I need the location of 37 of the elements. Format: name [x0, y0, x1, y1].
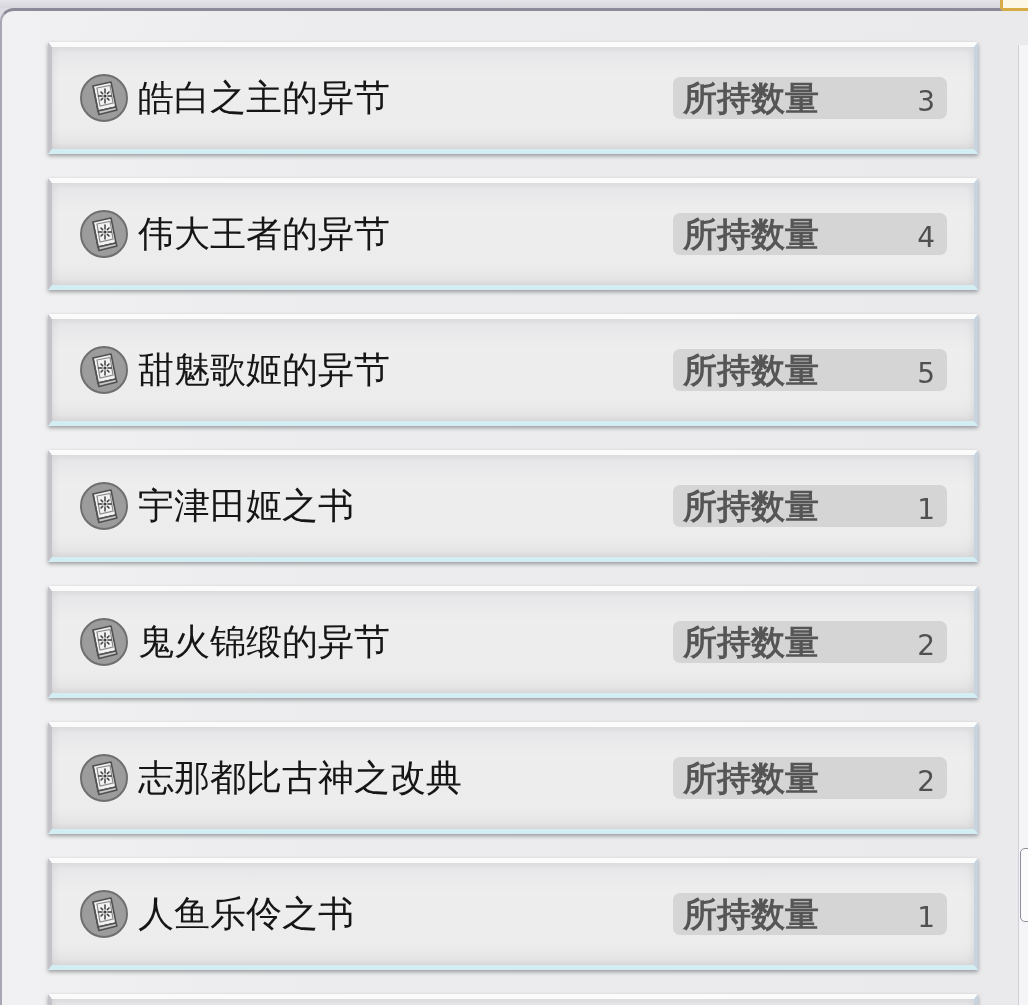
- quantity-count: 1: [917, 493, 935, 527]
- item-name: 宇津田姬之书: [138, 484, 354, 528]
- item-card[interactable]: 甜魅歌姬的异节 所持数量 5: [48, 314, 978, 426]
- quantity-count: 4: [917, 221, 935, 255]
- quantity-label: 所持数量: [683, 485, 819, 527]
- item-card[interactable]: 宇津田姬之书 所持数量 1: [48, 450, 978, 562]
- item-name: 伟大王者的异节: [138, 212, 390, 256]
- quantity-count: 2: [917, 765, 935, 799]
- book-icon: [80, 74, 128, 122]
- quantity-label: 所持数量: [683, 349, 819, 391]
- book-icon: [80, 754, 128, 802]
- item-name: 甜魅歌姬的异节: [138, 348, 390, 392]
- quantity-count: 5: [917, 357, 935, 391]
- item-name: 志那都比古神之改典: [138, 756, 462, 800]
- item-name: 人鱼乐伶之书: [138, 892, 354, 936]
- quantity-label: 所持数量: [683, 621, 819, 663]
- item-name: 皓白之主的异节: [138, 76, 390, 120]
- item-card[interactable]: 志那都比古神之改典 所持数量 2: [48, 722, 978, 834]
- quantity-label: 所持数量: [683, 77, 819, 119]
- quantity-label: 所持数量: [683, 213, 819, 255]
- quantity-count: 1: [917, 901, 935, 935]
- item-card[interactable]: 皓白之主的异节 所持数量 3: [48, 42, 978, 154]
- corner-ornament: [1000, 0, 1028, 11]
- item-name: 鬼火锦缎的异节: [138, 620, 390, 664]
- book-icon: [80, 482, 128, 530]
- item-card[interactable]: 人鱼乐伶之书 所持数量 1: [48, 858, 978, 970]
- item-card[interactable]: 鬼火锦缎的异节 所持数量 2: [48, 586, 978, 698]
- book-icon: [80, 890, 128, 938]
- quantity-label: 所持数量: [683, 757, 819, 799]
- quantity-count: 3: [917, 85, 935, 119]
- book-icon: [80, 618, 128, 666]
- book-icon: [80, 346, 128, 394]
- scrollbar-track[interactable]: [1018, 45, 1028, 1005]
- item-card[interactable]: 伟大王者的异节 所持数量 4: [48, 178, 978, 290]
- quantity-count: 2: [917, 629, 935, 663]
- quantity-label: 所持数量: [683, 893, 819, 935]
- book-icon: [80, 210, 128, 258]
